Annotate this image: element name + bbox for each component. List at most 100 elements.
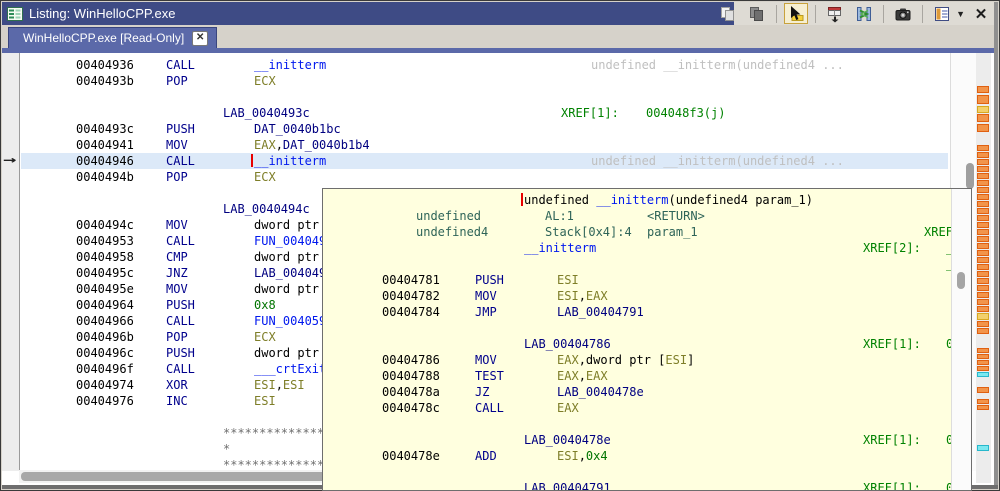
tab-winhellocpp[interactable]: WinHelloCPP.exe [Read-Only] ✕ <box>8 27 217 48</box>
marker-gutter <box>2 53 20 471</box>
token-addr: 0040494b <box>76 170 134 184</box>
token-reg: ESI <box>557 273 579 287</box>
token-mn: TEST <box>475 369 504 383</box>
change-marker <box>977 292 989 298</box>
label-line[interactable]: LAB_00404791XREF[1]:0 <box>324 480 969 490</box>
token-reg: EAX <box>557 401 579 415</box>
label-line[interactable]: LAB_0040493cXREF[1]:004048f3(j) <box>21 105 948 121</box>
close-icon[interactable]: ✕ <box>970 5 992 23</box>
label-line[interactable]: LAB_0040478eXREF[1]:0 <box>324 432 969 448</box>
token-sca: 0x8 <box>254 298 276 312</box>
token-mn: JNZ <box>166 266 188 280</box>
token-pln: , <box>276 378 283 392</box>
token-addr: 0040478a <box>382 385 440 399</box>
token-pln: ] <box>687 353 694 367</box>
code-line[interactable]: 00404781PUSHESI <box>324 272 969 288</box>
token-mn: CALL <box>475 401 504 415</box>
token-mn: POP <box>166 74 188 88</box>
code-line[interactable]: 0040494bPOPECX <box>21 169 948 185</box>
token-fun: ___crtExit <box>254 362 326 376</box>
token-pln: ,dword ptr [ <box>579 353 666 367</box>
change-marker <box>977 114 989 122</box>
token-mn: MOV <box>166 282 188 296</box>
token-mn: MOV <box>166 138 188 152</box>
token-com: * <box>223 442 230 456</box>
token-addr: 00404936 <box>76 58 134 72</box>
change-marker <box>977 278 989 284</box>
cursor-location-icon[interactable] <box>784 3 808 24</box>
code-line[interactable]: undefinedAL:1<RETURN> <box>324 208 969 224</box>
token-mn: JMP <box>475 305 497 319</box>
token-addr: 00404788 <box>382 369 440 383</box>
code-line[interactable]: 00404788TESTEAX,EAX <box>324 368 969 384</box>
change-marker <box>977 264 989 270</box>
token-pln: (undefined4 param_1) <box>669 193 814 207</box>
token-reg: ESI <box>557 289 579 303</box>
code-line[interactable]: 0040493cPUSHDAT_0040b1bc <box>21 121 948 137</box>
change-marker <box>977 405 989 410</box>
code-line[interactable]: 0040478c CALL EAX <box>324 400 969 416</box>
change-marker <box>977 145 989 151</box>
diff-view-icon[interactable] <box>852 3 876 24</box>
code-line[interactable]: 0040478eADDESI,0x4 <box>324 448 969 464</box>
titlebar-drag-area[interactable]: Listing: WinHelloCPP.exe <box>2 2 734 25</box>
token-addr: 0040478c <box>382 401 440 415</box>
popup-disassembly[interactable]: undefined __initterm(undefined4 param_1)… <box>323 189 971 490</box>
token-xr: XREF <box>924 225 953 239</box>
titlebar[interactable]: Listing: WinHelloCPP.exe <box>2 2 994 25</box>
token-var: <RETURN> <box>647 209 705 223</box>
code-line[interactable]: _ <box>324 256 969 272</box>
token-mn: XOR <box>166 378 188 392</box>
text-cursor <box>521 193 523 206</box>
code-line[interactable]: 00404782MOVESI,EAX <box>324 288 969 304</box>
tab-close-icon[interactable]: ✕ <box>192 31 208 46</box>
token-xr: XREF[1]: <box>863 433 921 447</box>
token-addr: 0040493b <box>76 74 134 88</box>
code-line[interactable]: 00404786MOVEAX,dword ptr [ESI] <box>324 352 969 368</box>
change-marker <box>977 86 989 93</box>
popup-scrollbar-thumb[interactable] <box>957 272 965 289</box>
chevron-down-icon[interactable]: ▼ <box>956 9 965 19</box>
window-right-edge <box>994 2 998 489</box>
code-line[interactable]: 0040493bPOPECX <box>21 73 948 89</box>
toolbar-separator <box>922 5 923 23</box>
token-addr: 0040496b <box>76 330 134 344</box>
token-addr: 00404784 <box>382 305 440 319</box>
code-line[interactable]: 00404941MOVEAX,DAT_0040b1b4 <box>21 137 948 153</box>
text-cursor <box>251 154 253 167</box>
token-addr: 00404958 <box>76 250 134 264</box>
overview-change-margin[interactable] <box>976 53 991 483</box>
token-mn: CALL <box>166 154 195 168</box>
code-line[interactable]: 0040478aJZLAB_0040478e <box>324 384 969 400</box>
tab-bar: WinHelloCPP.exe [Read-Only] ✕ <box>2 25 994 53</box>
change-marker <box>977 257 989 263</box>
toolbar: ▼ ✕ <box>716 2 992 25</box>
code-line[interactable]: 00404784JMPLAB_00404791 <box>324 304 969 320</box>
vertical-scrollbar-thumb[interactable] <box>966 163 974 189</box>
change-marker <box>977 250 989 256</box>
token-mn: POP <box>166 170 188 184</box>
token-lab: LAB_0040493c <box>223 106 310 120</box>
paste-icon[interactable] <box>745 3 769 24</box>
token-dat: LAB_0040478e <box>557 385 644 399</box>
code-line[interactable]: __inittermXREF[2]:_ <box>324 240 969 256</box>
token-fun: FUN_004049 <box>254 234 326 248</box>
snapshot-icon[interactable] <box>891 3 915 24</box>
code-line[interactable]: 00404936CALL__inittermundefined __initte… <box>21 57 948 73</box>
code-line[interactable]: undefined4Stack[0x4]:4param_1XREF <box>324 224 969 240</box>
popup-scrollbar[interactable] <box>951 189 971 490</box>
change-marker <box>977 222 989 228</box>
copy-icon[interactable] <box>716 3 740 24</box>
change-marker <box>977 366 989 371</box>
toolbar-separator <box>883 5 884 23</box>
clone-window-icon[interactable] <box>930 3 954 24</box>
label-line[interactable]: LAB_00404786XREF[1]:0 <box>324 336 969 352</box>
change-marker <box>977 187 989 193</box>
token-reg: ESI <box>665 353 687 367</box>
change-marker <box>977 313 989 320</box>
token-reg: EAX <box>557 369 579 383</box>
function-signature[interactable]: undefined __initterm(undefined4 param_1) <box>324 192 969 208</box>
expand-fields-icon[interactable] <box>823 3 847 24</box>
current-line[interactable]: 00404946CALL__inittermundefined __initte… <box>21 153 948 169</box>
token-reg: EAX <box>586 289 608 303</box>
